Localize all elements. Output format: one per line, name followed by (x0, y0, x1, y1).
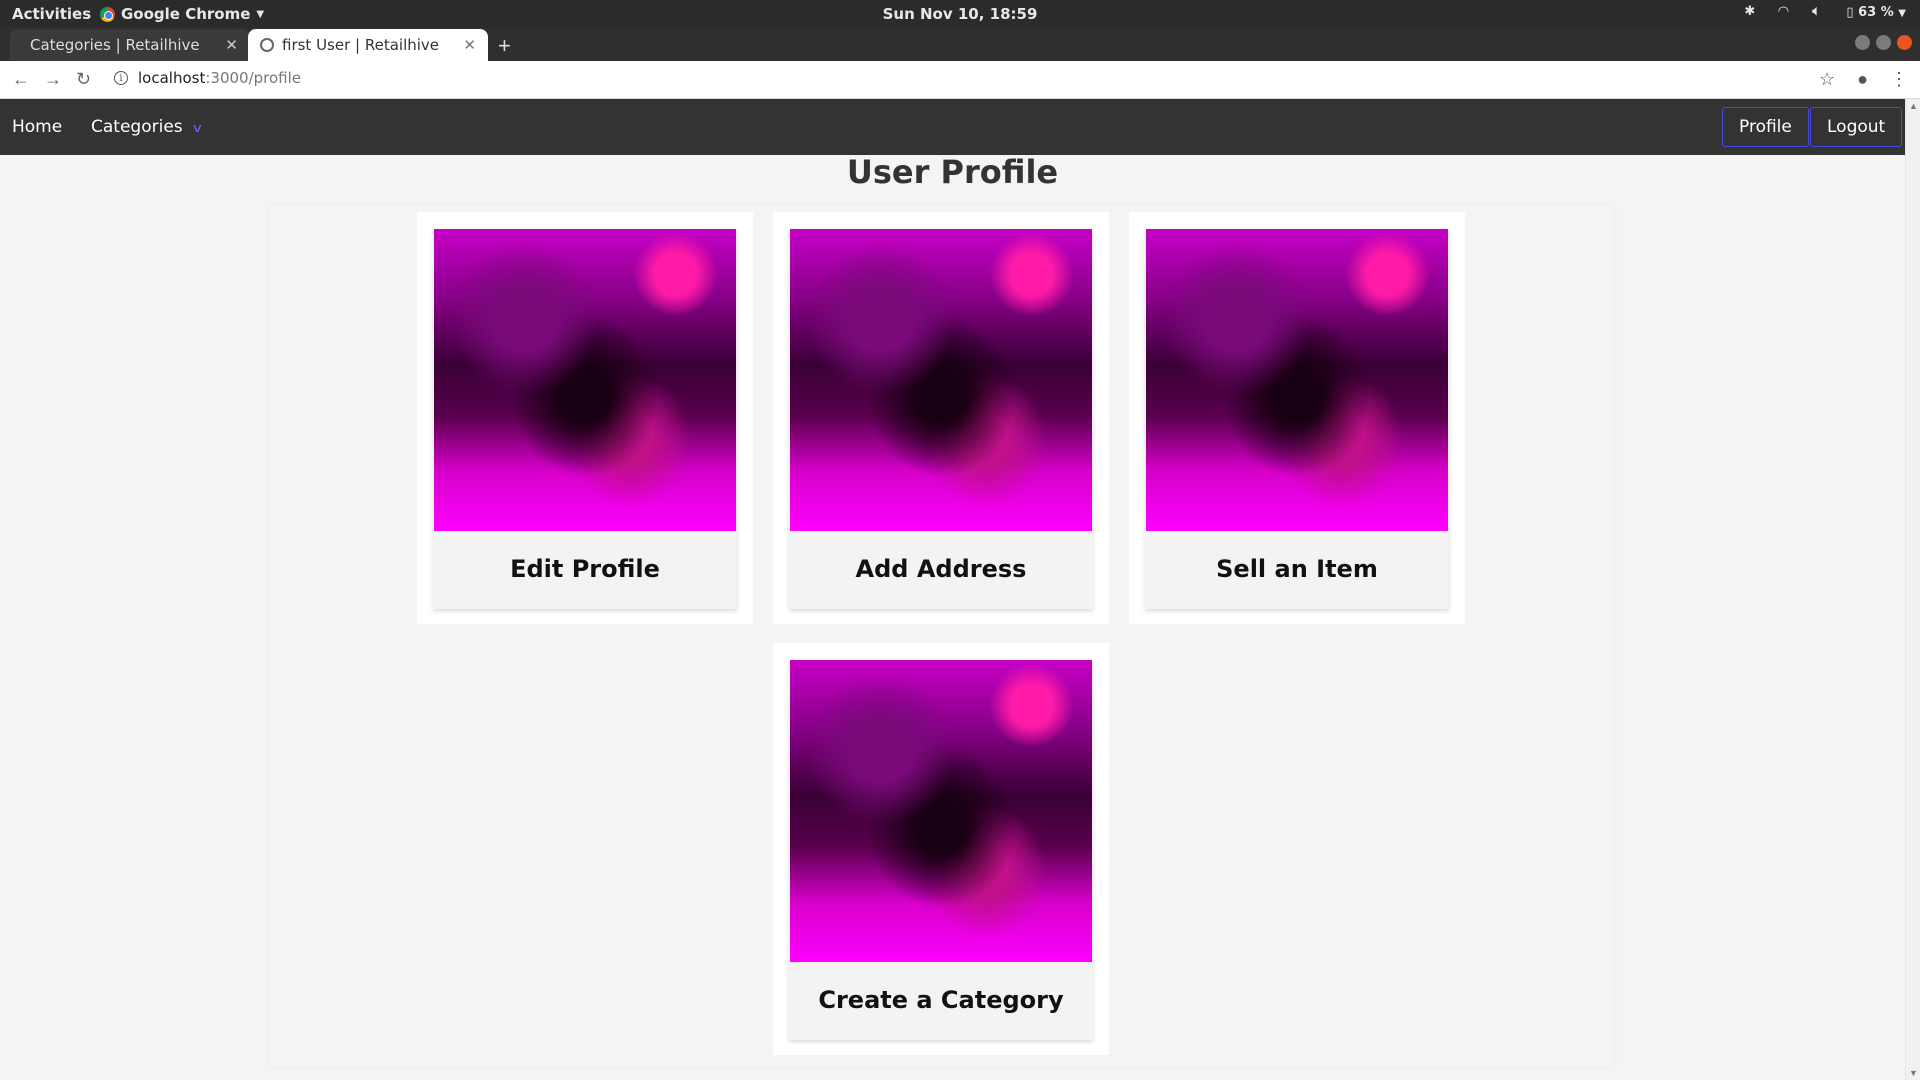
os-top-bar: Activities Google Chrome ▼ Sun Nov 10, 1… (0, 0, 1920, 27)
reload-icon[interactable]: ↻ (76, 69, 91, 90)
card[interactable]: Sell an Item (1145, 229, 1449, 609)
nav-home-link[interactable]: Home (12, 117, 62, 137)
profile-button[interactable]: Profile (1722, 107, 1809, 147)
card-label: Add Address (855, 555, 1027, 583)
settings-indicator-icon: ✱ (1744, 4, 1756, 19)
maximize-button[interactable] (1876, 35, 1891, 50)
account-icon[interactable]: ● (1857, 69, 1868, 90)
card-create-category[interactable]: Create a Category (773, 643, 1109, 1055)
card-label: Sell an Item (1216, 555, 1378, 583)
minimize-button[interactable] (1855, 35, 1870, 50)
card-add-address[interactable]: Add Address (773, 212, 1109, 624)
card-image (790, 660, 1092, 962)
star-icon[interactable]: ☆ (1819, 69, 1835, 90)
clock[interactable]: Sun Nov 10, 18:59 (0, 5, 1920, 23)
scroll-down-icon[interactable]: ▼ (1909, 1068, 1918, 1078)
address-bar[interactable]: i localhost:3000/profile (114, 69, 301, 87)
forward-arrow-icon[interactable]: → (44, 69, 62, 90)
card-image (1146, 229, 1448, 531)
scroll-up-icon[interactable]: ▲ (1909, 101, 1918, 111)
toolbar-actions: ☆ ● ⋮ (1819, 69, 1908, 90)
nav-categories-dropdown[interactable]: Categories ∨ (91, 117, 204, 137)
card-label: Edit Profile (510, 555, 660, 583)
tab-categories[interactable]: Categories | Retailhive ✕ (10, 29, 250, 61)
window-controls (1855, 35, 1912, 50)
caret-down-icon: ▼ (1898, 7, 1906, 19)
page-title: User Profile (846, 153, 1059, 191)
card-image (790, 229, 1092, 531)
battery-indicator: ▯ 63 % ▼ (1846, 5, 1906, 20)
card-edit-profile[interactable]: Edit Profile (417, 212, 753, 624)
new-tab-button[interactable]: + (498, 33, 511, 59)
back-arrow-icon[interactable]: ← (12, 69, 30, 90)
site-navbar: Home Categories ∨ Profile Logout (0, 99, 1905, 155)
battery-icon: ▯ (1846, 4, 1854, 20)
nav-categories-label: Categories (91, 117, 183, 137)
tab-strip: Categories | Retailhive ✕ first User | R… (0, 27, 1920, 61)
browser-toolbar: ← → ↻ i localhost:3000/profile ☆ ● ⋮ (0, 61, 1920, 99)
page-scrollbar[interactable]: ▲ ▼ (1905, 99, 1920, 1080)
wifi-icon: ◠ (1778, 4, 1789, 19)
close-icon[interactable]: ✕ (463, 36, 476, 54)
chevron-down-icon: ∨ (190, 121, 204, 135)
profile-cards-container: Edit Profile Add Address Sell an Item Cr… (270, 206, 1613, 1066)
card[interactable]: Edit Profile (433, 229, 737, 609)
url-host: localhost (138, 69, 206, 87)
tab-profile[interactable]: first User | Retailhive ✕ (248, 29, 488, 61)
info-icon[interactable]: i (114, 71, 128, 85)
card[interactable]: Create a Category (789, 660, 1093, 1040)
logout-button[interactable]: Logout (1810, 107, 1903, 147)
close-window-button[interactable] (1897, 35, 1912, 50)
volume-icon: 🔈︎ (1812, 4, 1821, 19)
card[interactable]: Add Address (789, 229, 1093, 609)
menu-kebab-icon[interactable]: ⋮ (1890, 69, 1908, 90)
card-sell-item[interactable]: Sell an Item (1129, 212, 1465, 624)
close-icon[interactable]: ✕ (225, 36, 238, 54)
system-tray[interactable]: ✱ ◠ 🔈︎ ▯ 63 % ▼ (1744, 4, 1906, 20)
url-path: :3000/profile (205, 69, 302, 87)
tab-title: first User | Retailhive (282, 36, 440, 54)
tab-title: Categories | Retailhive (30, 36, 200, 54)
card-image (434, 229, 736, 531)
card-label: Create a Category (818, 986, 1064, 1014)
globe-icon (260, 38, 274, 52)
battery-percent: 63 % (1858, 4, 1894, 20)
web-page: Home Categories ∨ Profile Logout User Pro… (0, 99, 1905, 1080)
